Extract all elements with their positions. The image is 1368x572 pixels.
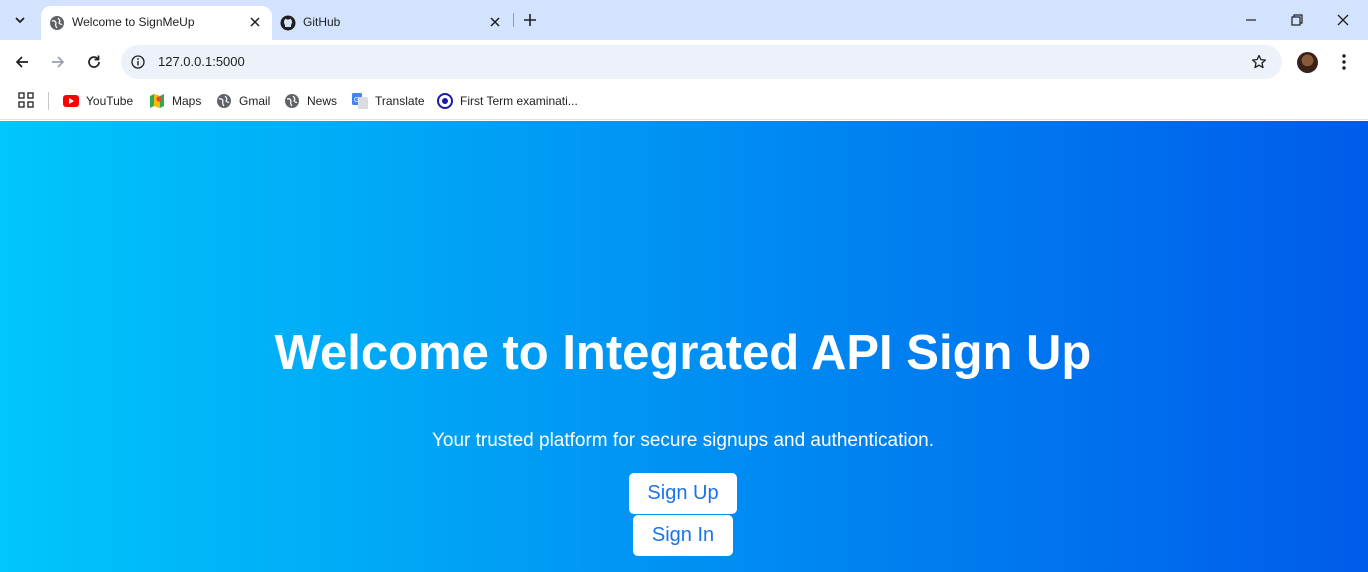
globe-icon	[49, 15, 65, 31]
chevron-down-icon	[15, 17, 25, 24]
page-title: Welcome to Integrated API Sign Up	[274, 326, 1092, 380]
plus-icon	[524, 14, 536, 26]
bookmark-label: Gmail	[239, 94, 271, 108]
bookmark-label: Translate	[375, 94, 425, 108]
back-button[interactable]	[11, 51, 33, 73]
bookmark-translate[interactable]: G Translate	[352, 91, 425, 111]
forward-arrow-icon	[52, 56, 65, 68]
bookmark-label: Maps	[172, 94, 202, 108]
restore-icon	[1291, 14, 1303, 26]
tab-title: GitHub	[303, 15, 341, 29]
tab-separator	[513, 13, 514, 27]
github-icon	[280, 15, 296, 31]
window-close-button[interactable]	[1331, 8, 1355, 32]
more-vert-icon	[1342, 54, 1346, 70]
landing-page: Welcome to Integrated API Sign Up Your t…	[0, 121, 1368, 572]
bookmarks-bar: YouTube Maps Gmail News G Translate Firs…	[0, 84, 1368, 120]
bookmark-youtube[interactable]: YouTube	[63, 91, 133, 111]
bookmark-label: News	[307, 94, 338, 108]
bookmark-maps[interactable]: Maps	[149, 91, 201, 111]
bookmark-label: First Term examinati...	[460, 94, 578, 108]
url-text[interactable]: 127.0.0.1:5000	[158, 54, 245, 69]
tab-github[interactable]: GitHub	[272, 6, 512, 40]
browser-menu-button[interactable]	[1334, 51, 1354, 73]
bookmark-news[interactable]: News	[284, 91, 337, 111]
translate-icon: G	[352, 93, 368, 109]
tab-title: Welcome to SignMeUp	[72, 15, 195, 29]
sign-in-button[interactable]: Sign In	[633, 515, 733, 556]
minimize-button[interactable]	[1239, 8, 1263, 32]
tab-search-button[interactable]	[8, 8, 32, 32]
bookmark-first-term[interactable]: First Term examinati...	[437, 91, 578, 111]
forward-button[interactable]	[47, 51, 69, 73]
close-icon[interactable]	[246, 13, 264, 31]
bookmark-star-icon[interactable]	[1250, 53, 1268, 71]
reload-icon	[88, 55, 100, 68]
circle-logo-icon	[437, 93, 453, 109]
youtube-icon	[63, 93, 79, 109]
back-arrow-icon	[15, 56, 28, 68]
sign-up-button[interactable]: Sign Up	[629, 473, 737, 514]
bookmark-label: YouTube	[86, 94, 134, 108]
tab-signmeup[interactable]: Welcome to SignMeUp	[41, 6, 272, 40]
tab-strip: Welcome to SignMeUp GitHub	[0, 0, 1368, 40]
close-icon[interactable]	[486, 13, 504, 31]
close-icon	[1337, 14, 1349, 26]
bookmark-gmail[interactable]: Gmail	[216, 91, 270, 111]
restore-button[interactable]	[1285, 8, 1309, 32]
reload-button[interactable]	[83, 51, 105, 73]
address-bar[interactable]: 127.0.0.1:5000	[121, 45, 1282, 79]
apps-grid-icon[interactable]	[18, 92, 34, 108]
browser-toolbar: 127.0.0.1:5000	[0, 40, 1368, 84]
globe-icon	[216, 93, 232, 109]
site-info-icon[interactable]	[129, 53, 147, 71]
bookmark-separator	[48, 92, 49, 110]
maps-icon	[149, 93, 165, 109]
svg-text:G: G	[354, 97, 359, 104]
page-subtitle: Your trusted platform for secure signups…	[431, 430, 935, 451]
globe-icon	[284, 93, 300, 109]
profile-avatar[interactable]	[1297, 52, 1318, 73]
minimize-icon	[1246, 19, 1256, 21]
new-tab-button[interactable]	[519, 9, 541, 31]
